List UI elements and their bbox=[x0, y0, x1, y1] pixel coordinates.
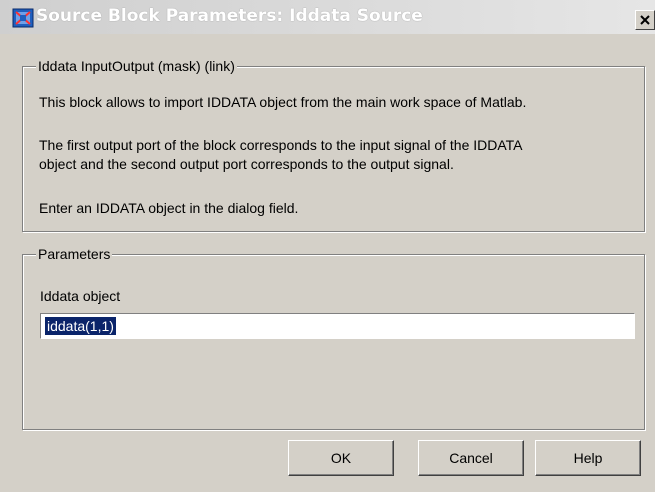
description-line-3: object and the second output port corres… bbox=[39, 156, 454, 172]
description-line-4: Enter an IDDATA object in the dialog fie… bbox=[39, 200, 299, 216]
parameters-group-legend: Parameters bbox=[36, 246, 113, 262]
description-group-legend: Iddata InputOutput (mask) (link) bbox=[36, 58, 237, 74]
iddata-object-label: Iddata object bbox=[40, 288, 121, 304]
parameters-group: Parameters bbox=[22, 246, 645, 430]
close-icon bbox=[640, 15, 650, 25]
ok-button[interactable]: OK bbox=[288, 440, 394, 476]
title-bar[interactable]: Source Block Parameters: Iddata Source bbox=[0, 0, 655, 34]
description-line-1: This block allows to import IDDATA objec… bbox=[39, 94, 527, 110]
description-line-2: The first output port of the block corre… bbox=[39, 137, 523, 153]
dialog-window: Source Block Parameters: Iddata Source I… bbox=[0, 0, 655, 492]
simulink-block-icon bbox=[12, 8, 34, 28]
iddata-object-value: iddata(1,1) bbox=[45, 317, 116, 335]
cancel-button[interactable]: Cancel bbox=[418, 440, 524, 476]
close-button[interactable] bbox=[635, 10, 655, 30]
window-title: Source Block Parameters: Iddata Source bbox=[36, 6, 423, 26]
iddata-object-input[interactable]: iddata(1,1) bbox=[40, 313, 635, 339]
help-button[interactable]: Help bbox=[535, 440, 641, 476]
